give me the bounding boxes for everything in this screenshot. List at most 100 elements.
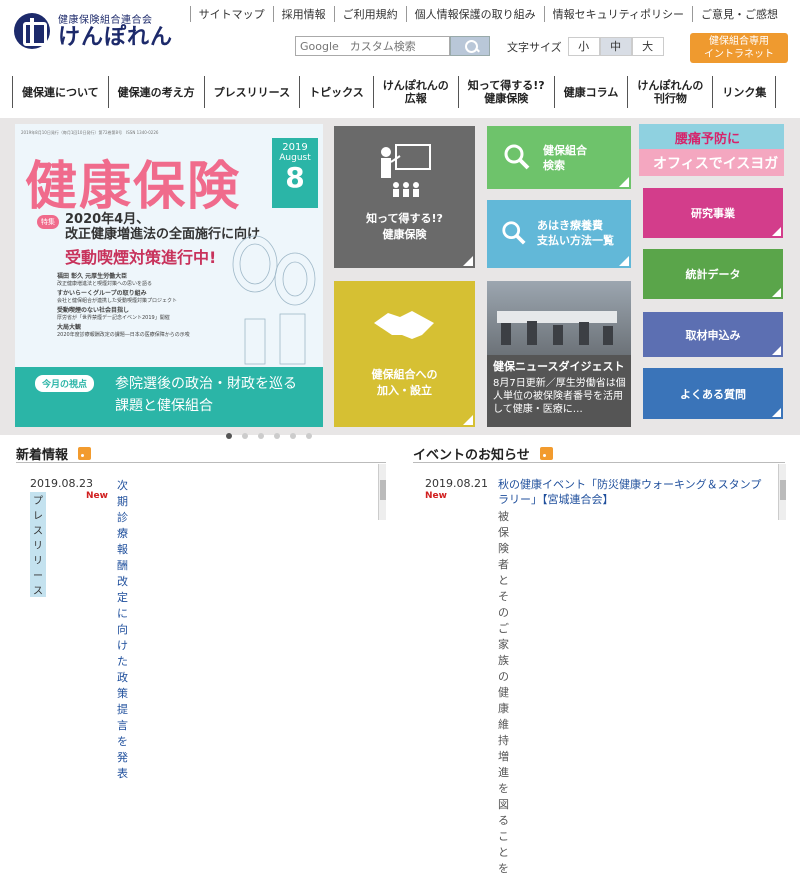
event-description: 被保険者とそのご家族の健康維持増進を図ることを [498,510,509,875]
carousel-dot[interactable] [306,433,312,439]
carousel-dot[interactable] [226,433,232,439]
magazine-item-title: 大局大観 [57,324,82,331]
corner-arrow-icon [772,288,781,297]
presentation-icon [381,144,431,197]
magazine-subheadline: 受動喫煙対策進行中! [65,248,217,267]
magazine-item-title: すかいらーくグループの取り組み [57,290,147,297]
font-size-medium[interactable]: 中 [599,37,632,56]
news-heading-text: 新着情報 [16,448,69,463]
news-divider [16,462,386,463]
events-scrollbar[interactable] [778,464,786,520]
magazine-item-sub: 厚労省が「世界禁煙デー記念イベント2019」開催 [57,314,170,321]
tile-news-digest[interactable]: 健保ニュースダイジェスト 8月7日更新／厚生労働省は個人単位の被保険者番号を活用… [487,281,631,427]
carousel-dot[interactable] [258,433,264,439]
tile-know-label: 知って得する!? 健康保険 [366,212,443,241]
side-link-statistics[interactable]: 統計データ [643,249,783,299]
nav-item-column[interactable]: 健康コラム [553,76,628,108]
magnifier-icon [504,144,530,170]
magazine-viewpoint[interactable]: 今月の視点 参院選後の政治・財政を巡る 課題と健保組合 [15,367,323,427]
rss-icon[interactable] [78,447,92,460]
news-digest-text: 8月7日更新／厚生労働省は個人単位の被保険者番号を活用して健康・医療に… [493,378,626,415]
scrollbar-thumb[interactable] [380,480,386,500]
nav-item-publications[interactable]: けんぽれんの 刊行物 [627,76,712,108]
news-title-link[interactable]: 次期診療報酬改定に向けた政策提言を発表 [117,477,128,781]
tile-ahaki-payment[interactable]: あはき療養費 支払い方法一覧 [487,200,631,268]
yoga-banner[interactable]: 腰痛予防に オフィスでイスヨガ [639,124,784,176]
news-heading: 新着情報 [16,444,92,463]
event-title-link[interactable]: 秋の健康イベント「防災健康ウォーキング＆スタンプラリー」【宮城連合会】 [498,477,768,507]
news-category-tag: プレスリリース [30,492,46,597]
magazine-title: 健康保険 [25,156,242,217]
site-logo[interactable]: 健康保険組合連合会 けんぽれん [14,11,173,50]
font-size-large[interactable]: 大 [631,37,664,56]
magazine-item-sub: 改正健康増進法と喫煙対策への思いを語る [57,280,153,287]
font-size-small[interactable]: 小 [567,37,600,56]
event-date: 2019.08.21 [425,477,488,490]
search-input[interactable] [295,36,450,56]
events-heading-text: イベントのお知らせ [413,448,530,463]
magazine-item-sub: 会社と健保組合が連携した受動喫煙対策プロジェクト [57,297,178,304]
carousel-dot[interactable] [274,433,280,439]
intranet-button[interactable]: 健保組合専用 イントラネット [690,33,788,63]
logo-subtitle: 健康保険組合連合会 [58,15,153,26]
font-size-control: 文字サイズ 小 中 大 [507,37,664,56]
magazine-issue: 8 [285,161,305,194]
corner-arrow-icon [463,256,473,266]
util-link-terms[interactable]: ご利用規約 [333,6,406,22]
util-link-recruit[interactable]: 採用情報 [272,6,334,22]
rss-icon[interactable] [539,447,553,460]
carousel-dot[interactable] [290,433,296,439]
news-date: 2019.08.23 [30,477,93,490]
feature-tag: 特集 [37,215,59,229]
search-icon[interactable] [450,36,490,56]
magnifier-icon [502,221,526,245]
banner-line1: 腰痛予防に [675,132,741,147]
side-link-label: よくある質問 [680,388,746,401]
viewpoint-text: 参院選後の政治・財政を巡る 課題と健保組合 [115,376,297,414]
corner-arrow-icon [619,177,629,187]
new-badge: New [86,491,108,501]
viewpoint-tag: 今月の視点 [35,375,95,392]
scrollbar-thumb[interactable] [780,480,786,500]
tile-know-insurance[interactable]: 知って得する!? 健康保険 [334,126,475,268]
magazine-item-title: 福田 彰久 元厚生労働大臣 [57,273,128,280]
new-badge: New [425,491,447,501]
logo-mark-icon [14,12,50,49]
util-link-sitemap[interactable]: サイトマップ [189,6,273,22]
tile-join-establish[interactable]: 健保組合への 加入・設立 [334,281,475,427]
nav-item-press[interactable]: プレスリリース [203,76,299,108]
corner-arrow-icon [772,227,781,236]
events-heading: イベントのお知らせ [413,444,553,463]
util-link-feedback[interactable]: ご意見・ご感想 [692,6,786,22]
nav-item-links[interactable]: リンク集 [712,76,777,108]
side-link-faq[interactable]: よくある質問 [643,368,783,419]
util-link-privacy[interactable]: 個人情報保護の取り組み [405,6,544,22]
intranet-label-2: イントラネット [704,49,774,60]
corner-arrow-icon [772,346,781,355]
nav-item-about[interactable]: 健保連について [12,76,108,108]
intranet-label-1: 健保組合専用 [709,36,769,47]
side-link-label: 統計データ [685,268,741,281]
tile-kenpo-search[interactable]: 健保組合 検索 [487,126,631,189]
nav-item-topics[interactable]: トピックス [299,76,373,108]
side-link-press-request[interactable]: 取材申込み [643,312,783,357]
side-link-label: 取材申込み [685,329,741,342]
side-link-label: 研究事業 [691,207,735,220]
carousel-dot[interactable] [242,433,248,439]
magazine-item-title: 受動喫煙のない社会目指し [57,307,130,314]
nav-item-know[interactable]: 知って得する!? 健康保険 [457,76,554,108]
nav-item-pr[interactable]: けんぽれんの 広報 [372,76,458,108]
nav-item-views[interactable]: 健保連の考え方 [107,76,204,108]
util-link-security[interactable]: 情報セキュリティポリシー [543,6,692,22]
side-link-research[interactable]: 研究事業 [643,188,783,238]
font-size-label: 文字サイズ [507,40,562,54]
corner-arrow-icon [463,415,473,425]
corner-arrow-icon [619,256,629,266]
magazine-contents: 福田 彰久 元厚生労働大臣 改正健康増進法と喫煙対策への思いを語る すかいらーくグ… [57,273,227,342]
handshake-icon [374,311,434,339]
news-scrollbar[interactable] [378,464,386,520]
magazine-year: 2019 [282,142,308,153]
magazine-date: 2019 August 8 [272,138,318,208]
utility-links: サイトマップ 採用情報 ご利用規約 個人情報保護の取り組み 情報セキュリティポリ… [189,6,786,22]
logo-title: けんぽれん [58,25,174,50]
